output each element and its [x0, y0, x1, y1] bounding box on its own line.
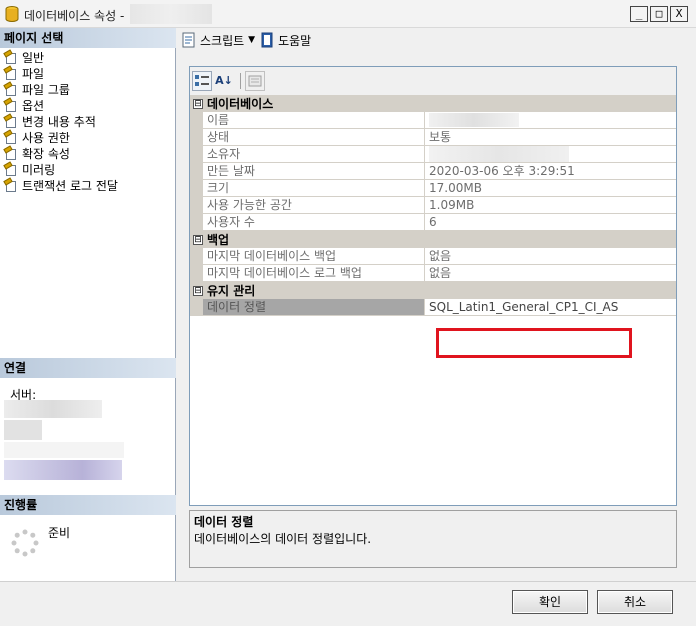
page-item-general[interactable]: 일반: [3, 48, 118, 65]
page-item-permissions[interactable]: 사용 권한: [3, 128, 118, 145]
close-button[interactable]: X: [670, 6, 688, 22]
property-list: ⊟ 데이터베이스 이름 상태 보통 소유자 만든 날짜 2020-03-06 오후 …: [190, 95, 676, 316]
page-wrench-icon: [3, 176, 18, 192]
property-row[interactable]: 소유자: [190, 146, 676, 163]
script-icon: [182, 32, 195, 48]
collation-highlight: [436, 328, 632, 358]
collapse-icon[interactable]: ⊟: [193, 234, 203, 245]
description-title: 데이터 정렬: [194, 515, 254, 529]
spinner-icon: [11, 529, 39, 557]
category-backup[interactable]: ⊟ 백업: [190, 231, 676, 248]
progress-info: 준비: [0, 518, 176, 578]
progress-header: 진행률: [0, 495, 176, 515]
help-button[interactable]: 도움말: [259, 32, 311, 49]
property-row[interactable]: 사용자 수6: [190, 214, 676, 231]
page-wrench-icon: [3, 128, 18, 144]
category-database[interactable]: ⊟ 데이터베이스: [190, 95, 676, 112]
redacted-info: [4, 442, 124, 458]
page-wrench-icon: [3, 112, 18, 128]
redacted-value: [425, 146, 676, 163]
property-row[interactable]: 마지막 데이터베이스 백업 없음: [190, 248, 676, 265]
property-row[interactable]: 크기 17.00MB: [190, 180, 676, 197]
collapse-icon[interactable]: ⊟: [193, 285, 203, 296]
property-row[interactable]: 상태 보통: [190, 129, 676, 146]
separator: [240, 73, 241, 89]
property-row[interactable]: 만든 날짜 2020-03-06 오후 3:29:51: [190, 163, 676, 180]
button-bar: 확인 취소: [0, 581, 696, 626]
database-icon: [5, 6, 19, 22]
page-item-change-tracking[interactable]: 변경 내용 추적: [3, 112, 118, 129]
right-pane: 스크립트 ▼ 도움말 A↓ ⊟ 데이터베이스 이름 상태 보통 소유자 만든 날…: [177, 28, 696, 581]
property-row[interactable]: 마지막 데이터베이스 로그 백업 없음: [190, 265, 676, 282]
categorized-button[interactable]: [192, 71, 212, 91]
alphabetical-sort-button[interactable]: A↓: [214, 71, 234, 91]
redacted-server: [4, 400, 102, 418]
property-row[interactable]: 이름: [190, 112, 676, 129]
property-row-collation[interactable]: 데이터 정렬 SQL_Latin1_General_CP1_CI_AS: [190, 299, 676, 316]
redacted-value: [425, 112, 676, 129]
property-row[interactable]: 사용 가능한 공간 1.09MB: [190, 197, 676, 214]
title-bar: 데이터베이스 속성 - _ □ X: [0, 0, 696, 28]
categorized-icon: [195, 75, 209, 86]
page-item-files[interactable]: 파일: [3, 64, 118, 81]
collapse-icon[interactable]: ⊟: [193, 98, 203, 109]
property-pages-button[interactable]: [245, 71, 265, 91]
ok-button[interactable]: 확인: [512, 590, 588, 614]
category-maintenance[interactable]: ⊟ 유지 관리: [190, 282, 676, 299]
page-wrench-icon: [3, 48, 18, 64]
page-wrench-icon: [3, 96, 18, 112]
page-wrench-icon: [3, 144, 18, 160]
minimize-button[interactable]: _: [630, 6, 648, 22]
description-panel: 데이터 정렬 데이터베이스의 데이터 정렬입니다.: [189, 510, 677, 568]
dropdown-arrow-icon[interactable]: ▼: [248, 35, 255, 45]
redacted-title: [130, 4, 212, 24]
toolbar: 스크립트 ▼ 도움말: [177, 28, 696, 52]
property-pages-icon: [248, 75, 262, 87]
page-item-log-shipping[interactable]: 트랜잭션 로그 전달: [3, 176, 118, 193]
page-wrench-icon: [3, 64, 18, 80]
script-button[interactable]: 스크립트 ▼: [181, 32, 255, 49]
window-title: 데이터베이스 속성 -: [24, 9, 125, 23]
page-wrench-icon: [3, 160, 18, 176]
page-item-extended-properties[interactable]: 확장 속성: [3, 144, 118, 161]
left-pane: 페이지 선택 일반 파일 파일 그룹 옵션 변경 내용 추적 사용 권한 확장 …: [0, 28, 176, 581]
help-icon: [261, 32, 273, 48]
property-grid: A↓ ⊟ 데이터베이스 이름 상태 보통 소유자 만든 날짜 2020-03-06 …: [189, 66, 677, 506]
progress-status: 준비: [48, 526, 71, 540]
cancel-button[interactable]: 취소: [597, 590, 673, 614]
redacted-info: [4, 420, 42, 440]
page-item-options[interactable]: 옵션: [3, 96, 118, 113]
page-item-filegroups[interactable]: 파일 그룹: [3, 80, 118, 97]
redacted-link: [4, 460, 122, 480]
description-text: 데이터베이스의 데이터 정렬입니다.: [194, 532, 372, 546]
page-wrench-icon: [3, 80, 18, 96]
page-item-mirroring[interactable]: 미러링: [3, 160, 118, 177]
maximize-button[interactable]: □: [650, 6, 668, 22]
page-select-header: 페이지 선택: [0, 28, 176, 48]
grid-toolbar: A↓: [190, 67, 676, 95]
connection-header: 연결: [0, 358, 176, 378]
page-list: 일반 파일 파일 그룹 옵션 변경 내용 추적 사용 권한 확장 속성 미러링 …: [3, 48, 118, 193]
